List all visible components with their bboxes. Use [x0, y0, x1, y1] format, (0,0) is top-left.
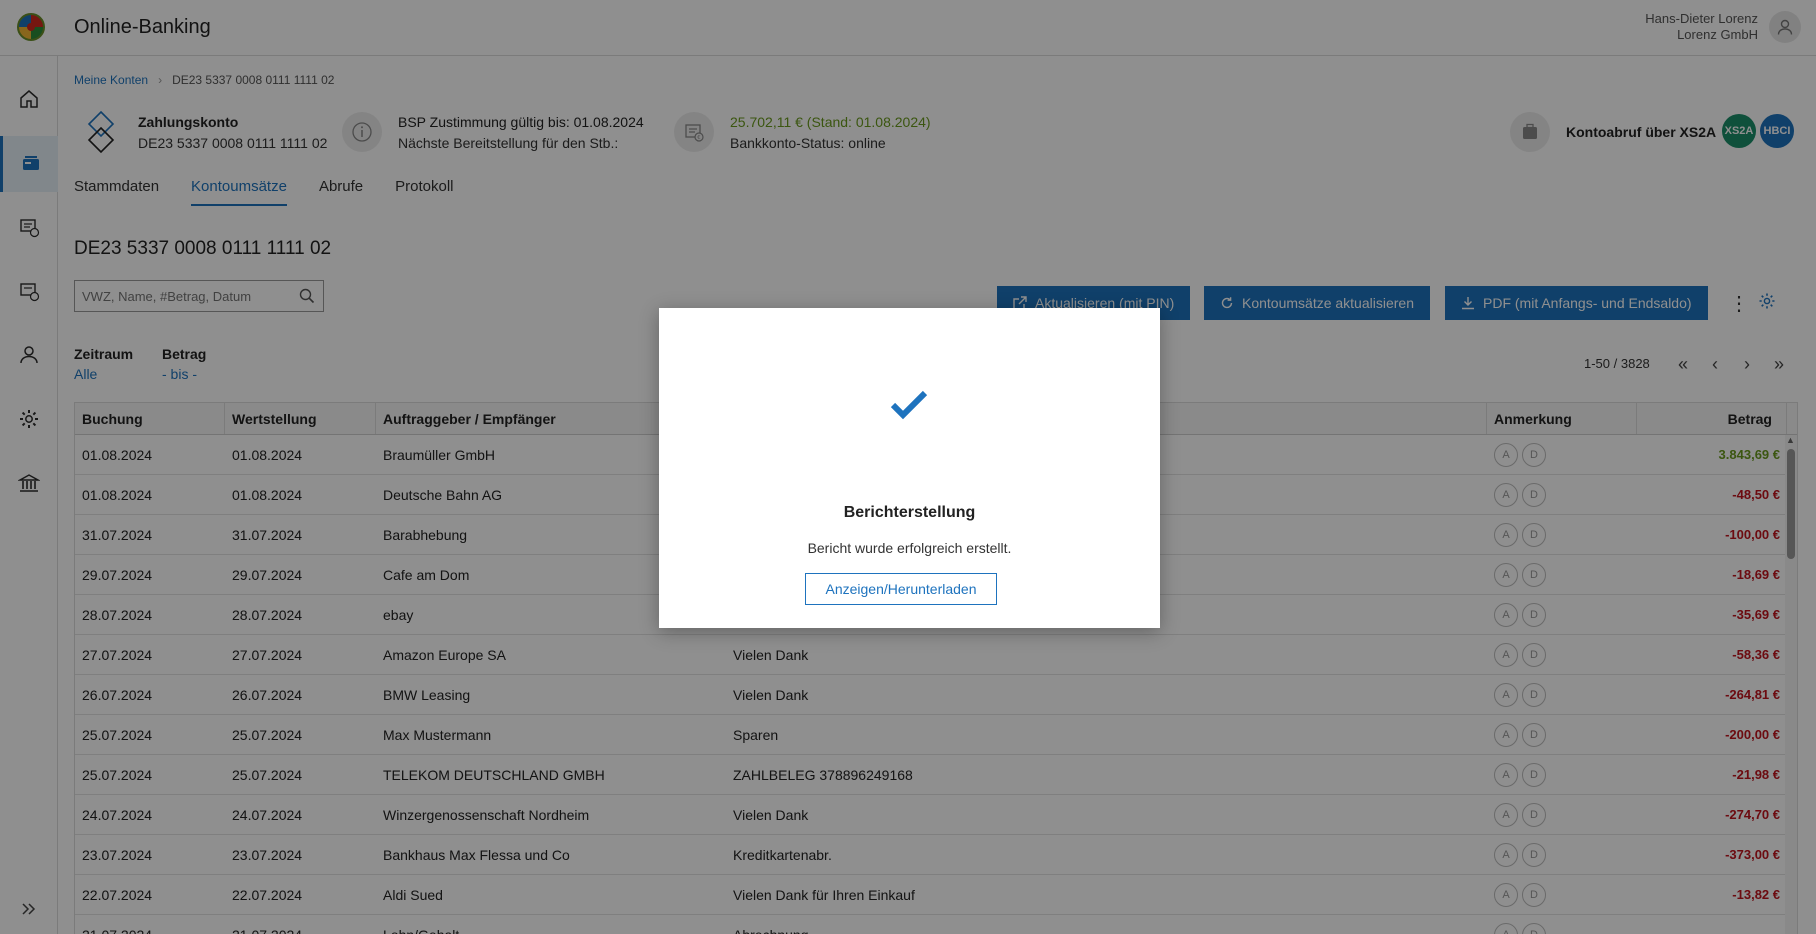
report-modal: Berichterstellung Bericht wurde erfolgre…	[659, 308, 1160, 628]
view-download-button[interactable]: Anzeigen/Herunterladen	[805, 573, 997, 605]
modal-title: Berichterstellung	[843, 504, 976, 521]
modal-message: Bericht wurde erfolgreich erstellt.	[807, 540, 1012, 556]
checkmark-icon	[890, 390, 928, 420]
